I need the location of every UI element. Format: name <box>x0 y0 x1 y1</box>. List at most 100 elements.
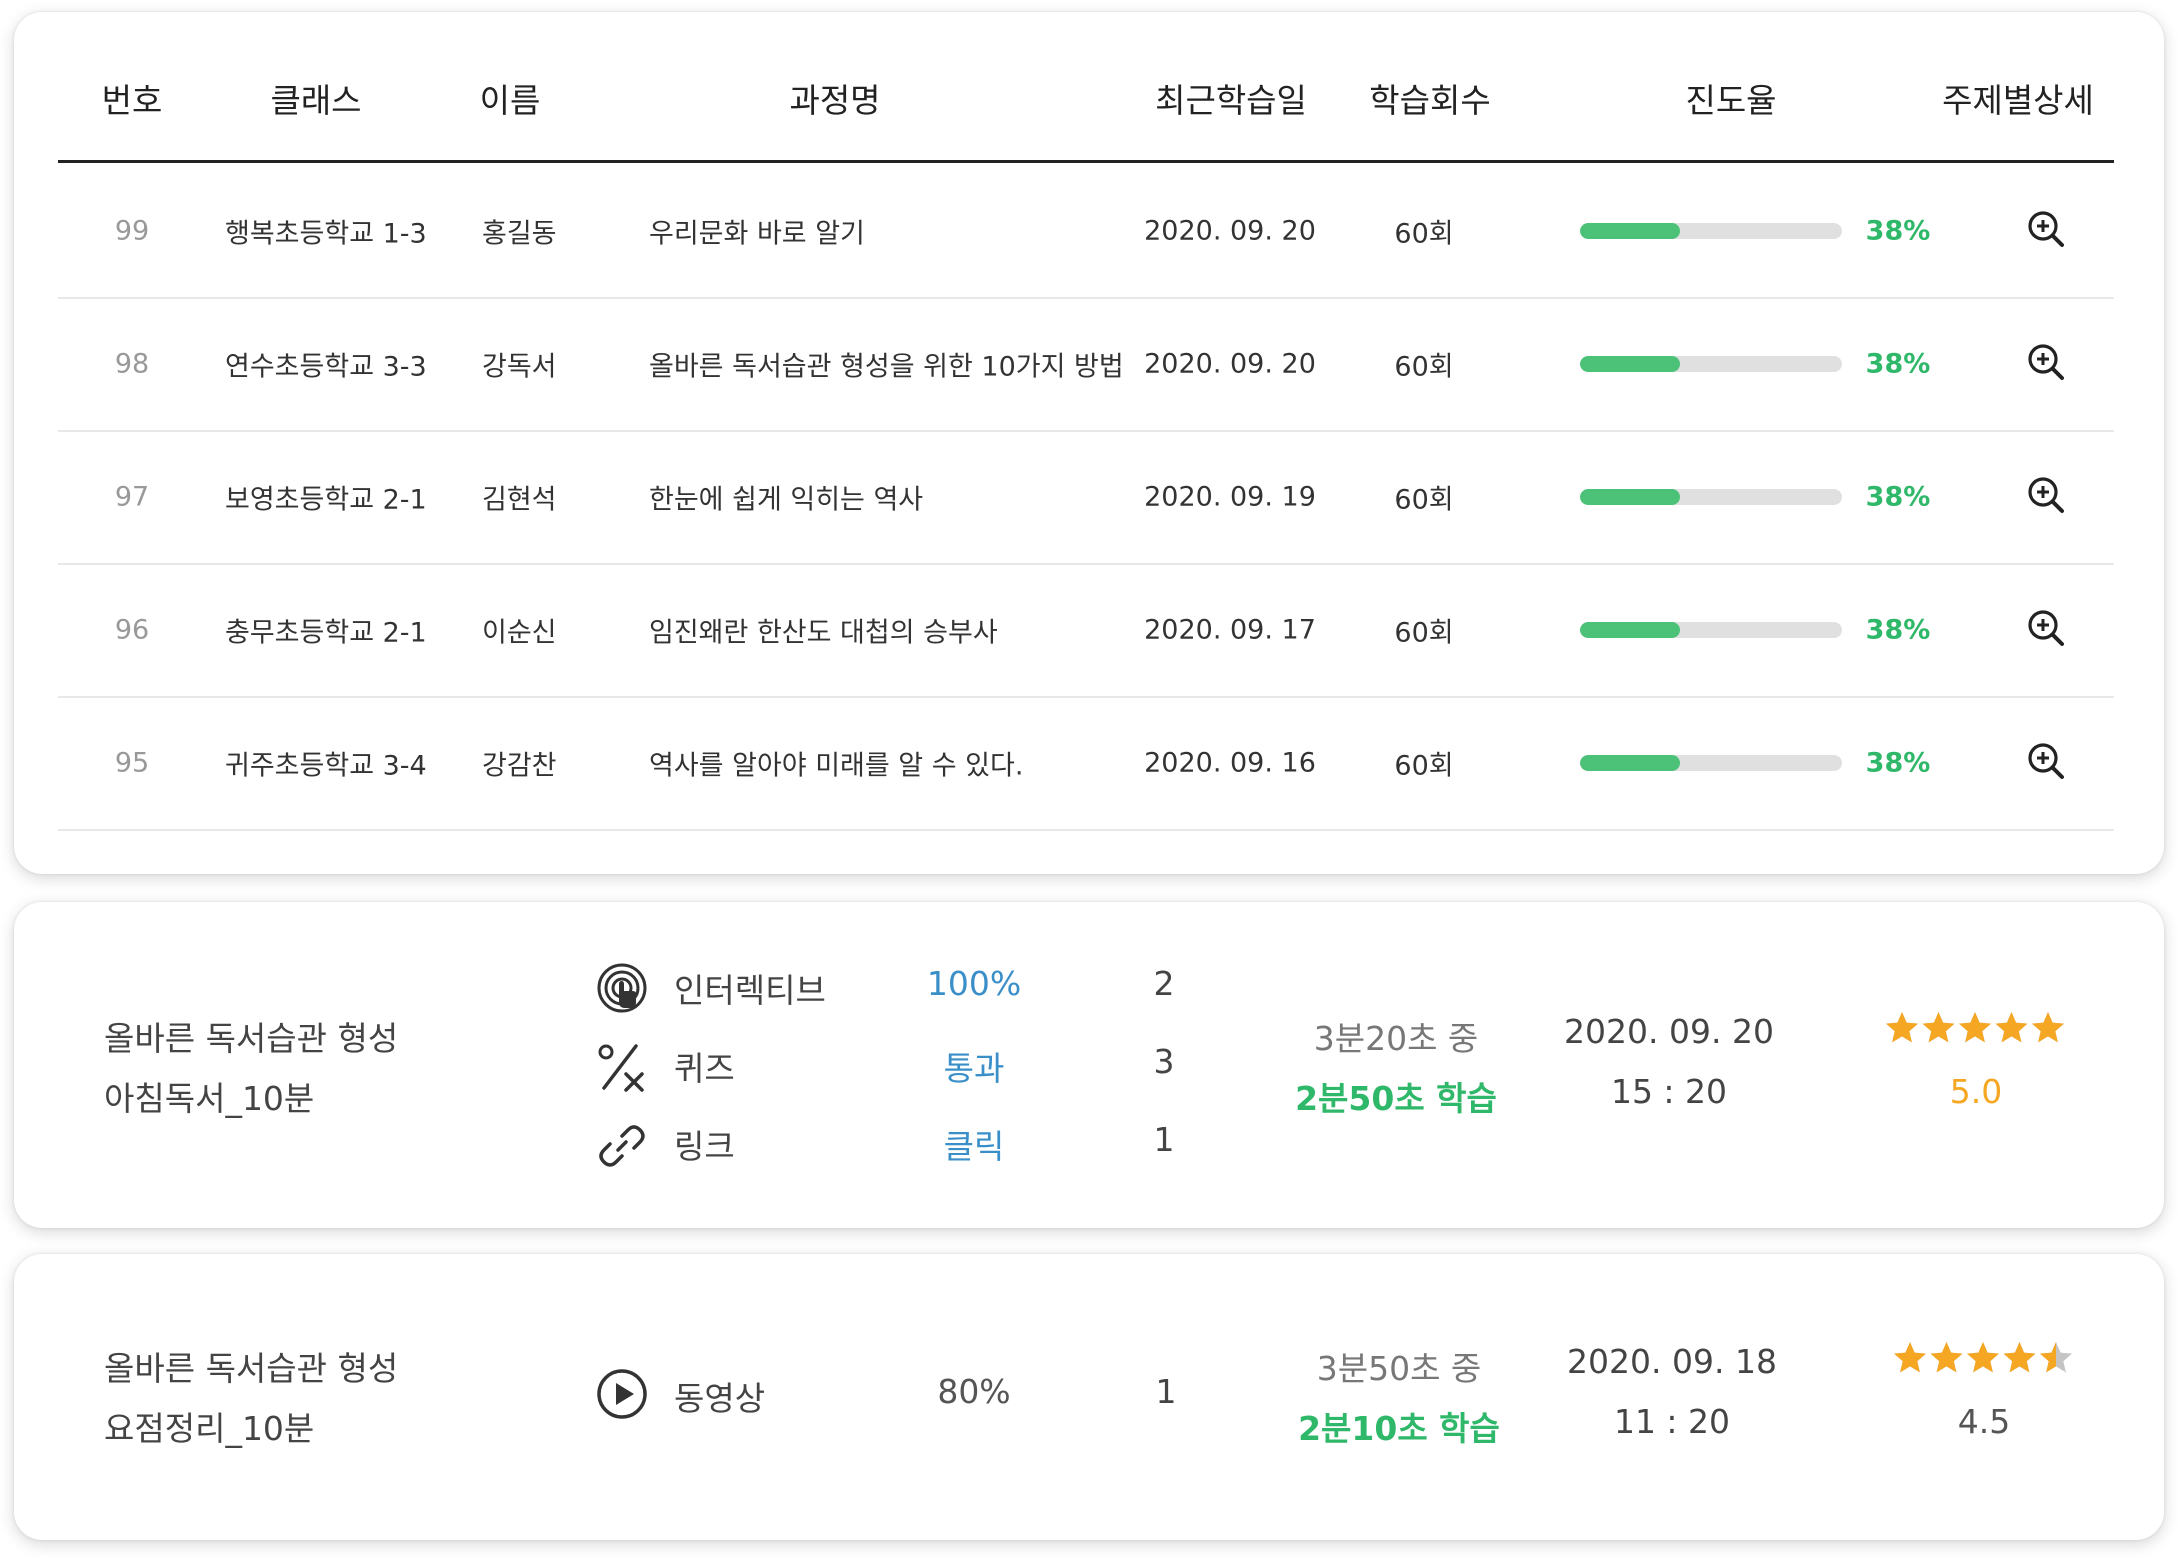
activity-value: 80% <box>937 1372 1011 1411</box>
progress-bar <box>1580 222 1842 239</box>
cell-count: 60회 <box>1394 218 1454 249</box>
cell-date: 2020. 09. 19 <box>1144 481 1316 512</box>
progress-bar <box>1580 754 1842 771</box>
table-row: 98 연수초등학교 3-3 강독서 올바른 독서습관 형성을 위한 10가지 방… <box>58 297 2114 432</box>
table-row: 95 귀주초등학교 3-4 강감찬 역사를 알아야 미래를 알 수 있다. 20… <box>58 696 2114 831</box>
activity-label: 인터렉티브 <box>674 971 826 1010</box>
activity-label: 동영상 <box>674 1379 766 1418</box>
header-name: 이름 <box>479 81 541 120</box>
touch-icon-graphic <box>597 963 647 1013</box>
zoom-in-icon-graphic <box>2028 609 2064 646</box>
zoom-in-icon-graphic <box>2028 343 2064 380</box>
item-title-line1: 올바른 독서습관 형성 <box>104 1349 399 1388</box>
play-icon-graphic <box>597 1369 647 1419</box>
percent-icon <box>596 1042 648 1094</box>
header-course: 과정명 <box>789 81 881 120</box>
star-icon <box>1967 1342 1999 1373</box>
table-row: 99 행복초등학교 1-3 홍길동 우리문화 바로 알기 2020. 09. 2… <box>58 164 2114 299</box>
rating-value: 4.5 <box>1957 1402 2011 1441</box>
cell-class: 보영초등학교 2-1 <box>225 484 427 515</box>
activity-value: 100% <box>926 964 1022 1003</box>
star-rating-graphic <box>1894 1342 2072 1373</box>
cell-count: 60회 <box>1394 617 1454 648</box>
zoom-in-icon-graphic <box>2028 742 2064 779</box>
activity-value[interactable]: 클릭 <box>944 1120 1005 1168</box>
item-title-line2: 요점정리_10분 <box>104 1409 315 1448</box>
cell-date: 2020. 09. 20 <box>1144 215 1316 246</box>
progress-bar-fill <box>1580 355 1680 372</box>
study-time-learned: 2분50초 학습 <box>1295 1079 1497 1118</box>
star-icon <box>1959 1012 1991 1043</box>
cell-date: 2020. 09. 17 <box>1144 614 1316 645</box>
cell-no: 96 <box>114 614 150 645</box>
item-title-line1: 올바른 독서습관 형성 <box>104 1019 399 1058</box>
cell-no: 95 <box>114 747 150 778</box>
progress-bar-fill <box>1580 754 1680 771</box>
header-no: 번호 <box>101 81 163 120</box>
cell-name: 강감찬 <box>482 750 557 781</box>
cell-date: 2020. 09. 16 <box>1144 747 1316 778</box>
cell-count: 60회 <box>1394 750 1454 781</box>
zoom-in-icon[interactable] <box>2026 608 2066 648</box>
progress-bar-fill <box>1580 222 1680 239</box>
cell-course[interactable]: 임진왜란 한산도 대첩의 승부사 <box>649 610 998 649</box>
cell-name: 김현석 <box>482 484 557 515</box>
activity-label: 링크 <box>674 1127 735 1166</box>
zoom-in-icon[interactable] <box>2026 475 2066 515</box>
cell-class: 충무초등학교 2-1 <box>225 617 427 648</box>
progress-percent: 38% <box>1865 481 1931 512</box>
header-progress: 진도율 <box>1685 81 1777 120</box>
study-date: 2020. 09. 18 <box>1567 1342 1777 1381</box>
zoom-in-icon[interactable] <box>2026 342 2066 382</box>
star-icon <box>2003 1342 2036 1373</box>
header-count: 학습회수 <box>1369 81 1491 120</box>
table-row: 96 충무초등학교 2-1 이순신 임진왜란 한산도 대첩의 승부사 2020.… <box>58 563 2114 698</box>
progress-bar-fill <box>1580 488 1680 505</box>
cell-name: 이순신 <box>482 617 557 648</box>
rating-value: 5.0 <box>1949 1072 2003 1111</box>
link-icon-graphic <box>599 1125 645 1167</box>
zoom-in-icon-graphic <box>2028 476 2064 513</box>
progress-bar-fill <box>1580 621 1680 638</box>
table-header: 번호 클래스 이름 과정명 최근학습일 학습회수 진도율 주제별상세 <box>58 12 2114 163</box>
study-time: 11 : 20 <box>1613 1402 1731 1441</box>
header-class: 클래스 <box>270 81 362 120</box>
progress-bar <box>1580 355 1842 372</box>
table-row: 97 보영초등학교 2-1 김현석 한눈에 쉽게 익히는 역사 2020. 09… <box>58 430 2114 565</box>
cell-course[interactable]: 올바른 독서습관 형성을 위한 10가지 방법 <box>649 344 1124 383</box>
cell-no: 99 <box>114 215 150 246</box>
cell-class: 연수초등학교 3-3 <box>225 351 427 382</box>
activity-value[interactable]: 통과 <box>944 1042 1005 1090</box>
progress-bar <box>1580 488 1842 505</box>
progress-percent: 38% <box>1865 614 1931 645</box>
star-rating <box>1884 1010 2068 1050</box>
progress-percent: 38% <box>1865 747 1931 778</box>
progress-percent: 38% <box>1865 348 1931 379</box>
zoom-in-icon[interactable] <box>2026 209 2066 249</box>
zoom-in-icon-graphic <box>2028 210 2064 247</box>
cell-course[interactable]: 역사를 알아야 미래를 알 수 있다. <box>649 743 1023 782</box>
cell-course[interactable]: 한눈에 쉽게 익히는 역사 <box>649 477 923 516</box>
star-icon <box>1922 1012 1955 1043</box>
cell-count: 60회 <box>1394 484 1454 515</box>
zoom-in-icon[interactable] <box>2026 741 2066 781</box>
star-icon <box>1930 1342 1963 1373</box>
study-time: 15 : 20 <box>1610 1072 1728 1111</box>
play-icon[interactable] <box>596 1368 648 1420</box>
cell-class: 행복초등학교 1-3 <box>225 218 427 249</box>
percent-icon-graphic <box>598 1044 644 1092</box>
study-time-total: 3분50초 중 <box>1316 1349 1482 1388</box>
cell-course[interactable]: 우리문화 바로 알기 <box>649 211 865 250</box>
link-icon <box>596 1120 648 1172</box>
header-date: 최근학습일 <box>1155 81 1307 120</box>
study-date: 2020. 09. 20 <box>1564 1012 1774 1051</box>
activity-label: 퀴즈 <box>674 1049 735 1088</box>
activity-count: 3 <box>1153 1042 1175 1081</box>
star-icon <box>2032 1012 2064 1043</box>
cell-no: 97 <box>114 481 150 512</box>
cell-class: 귀주초등학교 3-4 <box>225 750 427 781</box>
star-icon <box>1894 1342 1926 1373</box>
progress-percent: 38% <box>1865 215 1931 246</box>
star-icon <box>2040 1342 2072 1373</box>
star-icon <box>1995 1012 2028 1043</box>
